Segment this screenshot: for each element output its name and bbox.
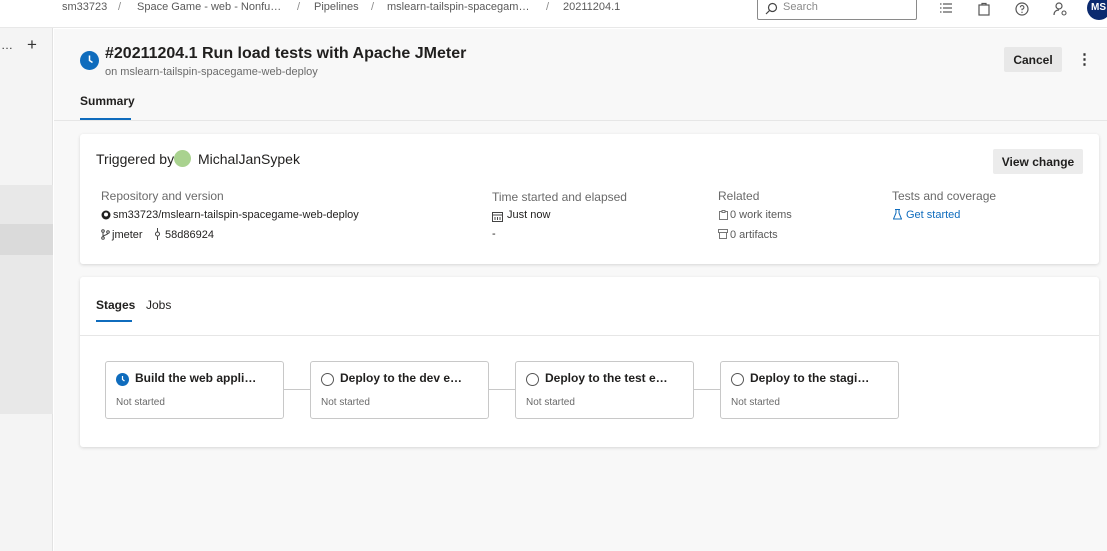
task-list-icon[interactable] [938, 1, 954, 17]
stage-status: Not started [116, 397, 165, 408]
repository-label: Repository and version [101, 189, 224, 203]
stage-name: Deploy to the stagi… [750, 371, 870, 385]
commit-id[interactable]: 58d86924 [165, 229, 214, 241]
page-title: #20211204.1 Run load tests with Apache J… [105, 45, 467, 62]
user-settings-icon[interactable] [1052, 1, 1068, 17]
tab-summary[interactable]: Summary [80, 94, 135, 108]
breadcrumb-pipeline[interactable]: mslearn-tailspin-spacegam… [387, 1, 529, 13]
breadcrumb-separator: / [297, 1, 301, 13]
stage-card-deploy-dev[interactable]: Deploy to the dev e… Not started [310, 361, 489, 419]
breadcrumb-separator: / [118, 1, 122, 13]
time-label: Time started and elapsed [492, 190, 627, 204]
related-label: Related [718, 189, 760, 203]
artifacts-icon [718, 229, 728, 239]
stage-name: Deploy to the test e… [545, 371, 668, 385]
stage-connector [694, 389, 720, 390]
breadcrumb-separator: / [371, 1, 375, 13]
tab-active-indicator [96, 320, 132, 322]
pending-circle-icon [321, 373, 334, 386]
artifacts-count[interactable]: 0 artifacts [730, 229, 778, 241]
tab-jobs[interactable]: Jobs [146, 298, 171, 312]
stage-name: Deploy to the dev e… [340, 371, 463, 385]
branch-icon [101, 229, 110, 240]
top-bar: sm33723 / Space Game - web - Nonfu… / Pi… [0, 0, 1107, 28]
stage-connector [284, 389, 310, 390]
stage-status: Not started [526, 397, 575, 408]
stage-card-build[interactable]: Build the web appli… Not started [105, 361, 284, 419]
stage-card-deploy-test[interactable]: Deploy to the test e… Not started [515, 361, 694, 419]
marketplace-bag-icon[interactable] [976, 1, 992, 17]
pending-circle-icon [731, 373, 744, 386]
flask-icon [893, 209, 902, 220]
nav-item-selected[interactable] [0, 224, 53, 255]
work-items-icon [719, 210, 728, 220]
divider [54, 120, 1107, 121]
github-icon [101, 210, 111, 220]
commit-icon [155, 228, 160, 240]
time-started: Just now [507, 209, 551, 221]
breadcrumb-separator: / [546, 1, 550, 13]
branch-name[interactable]: jmeter [112, 229, 143, 241]
divider [80, 335, 1099, 336]
breadcrumb-pipelines[interactable]: Pipelines [314, 1, 359, 13]
search-placeholder: Search [783, 1, 818, 13]
stage-status: Not started [731, 397, 780, 408]
tests-get-started-link[interactable]: Get started [906, 209, 960, 221]
triggered-by-label: Triggered by [96, 151, 175, 167]
pending-circle-icon [526, 373, 539, 386]
tab-stages[interactable]: Stages [96, 298, 135, 312]
more-actions-icon[interactable]: ⋮ [1077, 50, 1092, 68]
user-avatar-image [174, 150, 191, 167]
view-change-button[interactable]: View change [993, 149, 1083, 174]
breadcrumb-organization[interactable]: sm33723 [62, 1, 107, 13]
work-items-count[interactable]: 0 work items [730, 209, 792, 221]
stage-connector [489, 389, 515, 390]
left-navigation: … + [0, 28, 53, 551]
elapsed-time: - [492, 228, 496, 240]
calendar-icon [492, 212, 503, 222]
run-status-clock-icon [80, 51, 99, 70]
nav-section [0, 185, 53, 414]
triggered-by-user[interactable]: MichalJanSypek [198, 151, 300, 167]
cancel-button[interactable]: Cancel [1004, 47, 1062, 72]
search-icon [765, 2, 778, 15]
stage-name: Build the web appli… [135, 371, 257, 385]
stage-status: Not started [321, 397, 370, 408]
tests-label: Tests and coverage [892, 189, 997, 203]
run-subtitle: on mslearn-tailspin-spacegame-web-deploy [105, 66, 318, 78]
search-box[interactable]: Search [757, 0, 917, 20]
breadcrumb-run[interactable]: 20211204.1 [563, 1, 620, 13]
add-icon[interactable]: + [27, 35, 37, 55]
overflow-icon[interactable]: … [1, 38, 13, 52]
repository-link[interactable]: sm33723/mslearn-tailspin-spacegame-web-d… [113, 209, 359, 221]
stage-card-deploy-staging[interactable]: Deploy to the stagi… Not started [720, 361, 899, 419]
breadcrumb-project[interactable]: Space Game - web - Nonfu… [137, 1, 281, 13]
running-clock-icon [116, 373, 129, 386]
help-icon[interactable] [1014, 1, 1030, 17]
user-avatar[interactable]: MS [1087, 0, 1107, 20]
